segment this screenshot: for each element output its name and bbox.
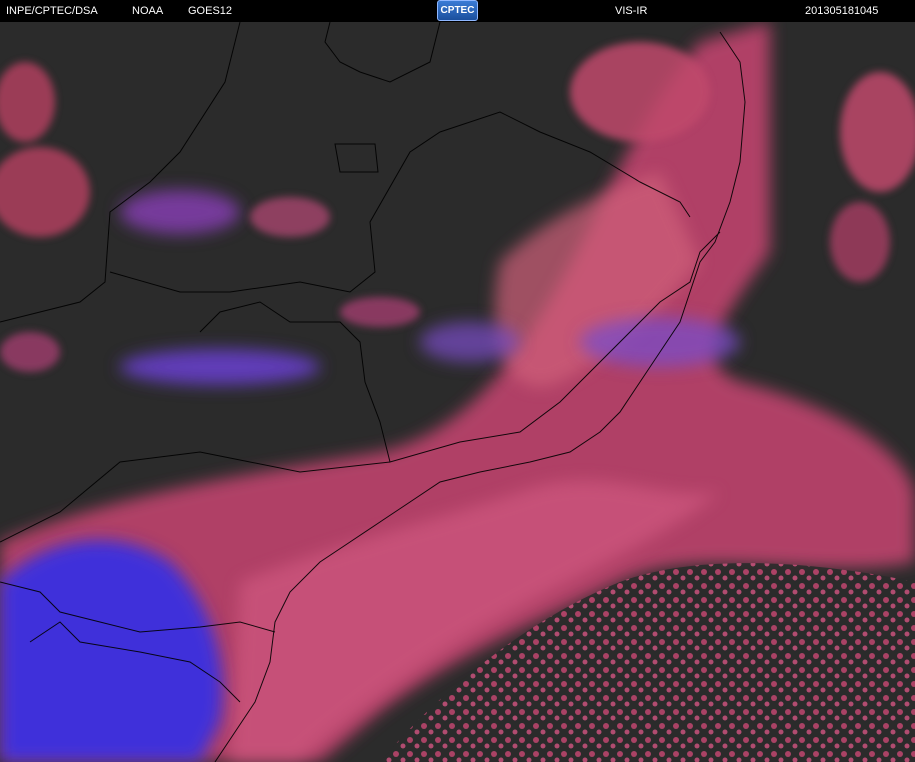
satellite-image — [0, 22, 915, 762]
channel-label: VIS-IR — [615, 5, 648, 17]
satellite-label: GOES12 — [188, 5, 233, 17]
title-bar: INPE/CPTEC/DSA NOAA GOES12 CPTEC VIS-IR … — [0, 0, 915, 22]
timestamp-label: 201305181045 — [805, 5, 879, 17]
agency-label: INPE/CPTEC/DSA — [6, 5, 98, 17]
noaa-label: NOAA — [132, 5, 164, 17]
cptec-logo: CPTEC — [437, 0, 478, 21]
